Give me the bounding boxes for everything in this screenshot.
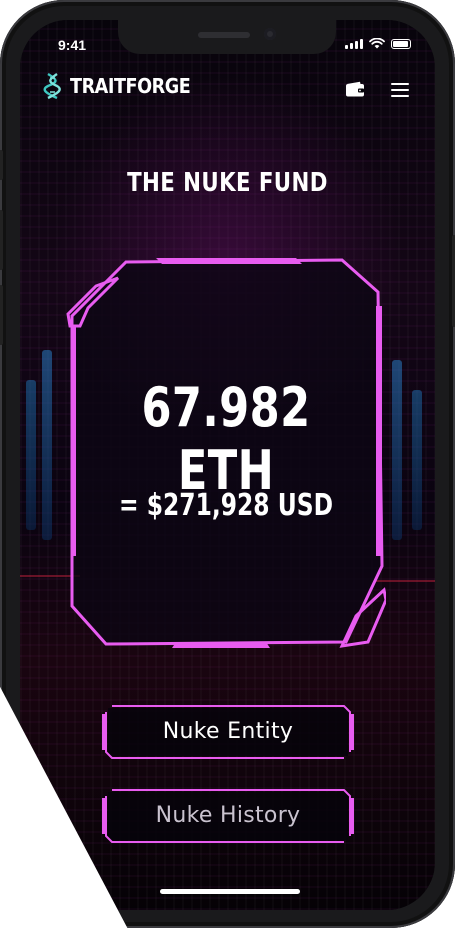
dna-helix-icon [43,72,61,100]
device-notch [118,20,336,54]
nuke-fund-panel: 67.982 ETH = $271,928 USD [66,256,386,648]
menu-line [391,89,409,91]
app-screen: 9:41 TRAITFORGE THE NUKE FUND 67.982 ETH… [20,20,435,910]
hamburger-menu-icon[interactable] [391,83,409,97]
status-time: 9:41 [58,37,87,53]
app-header: TRAITFORGE [20,70,435,104]
wallet-icon [346,81,364,97]
page-title: THE NUKE FUND [127,168,328,198]
phone-frame: 9:41 TRAITFORGE THE NUKE FUND 67.982 ETH… [0,0,455,928]
front-camera [264,28,276,40]
background-light-pillar [412,390,422,530]
nuke-history-label: Nuke History [155,803,301,828]
mute-switch [0,150,3,180]
brand-name: TRAITFORGE [70,74,191,98]
nuke-entity-label: Nuke Entity [162,719,294,744]
menu-line [391,95,409,97]
cellular-signal-icon [345,38,363,49]
home-indicator[interactable] [160,889,300,894]
battery-icon [391,39,411,49]
eth-amount: 67.982 ETH [141,376,311,502]
status-icons [345,38,411,49]
menu-line [391,83,409,85]
volume-up-button [0,210,3,270]
nuke-history-button[interactable]: Nuke History [102,788,354,844]
background-light-pillar [42,350,52,540]
volume-down-button [0,285,3,345]
speaker-grille [198,32,250,38]
wallet-button[interactable] [345,81,365,97]
wifi-icon [369,38,385,49]
brand-logo[interactable]: TRAITFORGE [42,72,207,100]
background-light-pillar [392,360,402,540]
background-light-pillar [26,380,36,530]
nuke-entity-button[interactable]: Nuke Entity [102,704,354,760]
usd-value: = $271,928 USD [118,488,334,523]
